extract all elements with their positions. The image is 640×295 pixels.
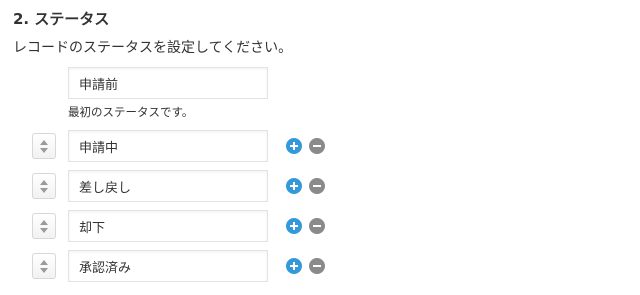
arrow-up-icon <box>40 220 48 225</box>
section-description: レコードのステータスを設定してください。 <box>13 40 293 56</box>
first-status-input[interactable] <box>68 67 268 99</box>
status-input[interactable] <box>68 250 268 282</box>
add-status-button[interactable] <box>286 178 302 194</box>
arrow-up-icon <box>40 140 48 145</box>
remove-status-button[interactable] <box>309 218 325 234</box>
status-input[interactable] <box>68 170 268 202</box>
status-settings-panel: 2. ステータス レコードのステータスを設定してください。 最初のステータスです… <box>0 0 640 295</box>
sort-handle[interactable] <box>32 173 56 199</box>
remove-status-button[interactable] <box>309 138 325 154</box>
first-status-hint: 最初のステータスです。 <box>68 105 194 119</box>
minus-icon <box>313 145 321 147</box>
add-status-button[interactable] <box>286 138 302 154</box>
minus-icon <box>313 265 321 267</box>
arrow-down-icon <box>40 268 48 273</box>
status-row <box>0 250 640 282</box>
arrow-down-icon <box>40 228 48 233</box>
sort-handle[interactable] <box>32 213 56 239</box>
add-status-button[interactable] <box>286 218 302 234</box>
section-title: 2. ステータス <box>13 10 110 28</box>
minus-icon <box>313 225 321 227</box>
arrow-up-icon <box>40 180 48 185</box>
arrow-down-icon <box>40 148 48 153</box>
status-input[interactable] <box>68 130 268 162</box>
status-row <box>0 210 640 242</box>
arrow-up-icon <box>40 260 48 265</box>
status-input[interactable] <box>68 210 268 242</box>
status-row <box>0 170 640 202</box>
sort-handle[interactable] <box>32 253 56 279</box>
arrow-down-icon <box>40 188 48 193</box>
remove-status-button[interactable] <box>309 178 325 194</box>
add-status-button[interactable] <box>286 258 302 274</box>
minus-icon <box>313 185 321 187</box>
sort-handle[interactable] <box>32 133 56 159</box>
remove-status-button[interactable] <box>309 258 325 274</box>
status-row <box>0 130 640 162</box>
